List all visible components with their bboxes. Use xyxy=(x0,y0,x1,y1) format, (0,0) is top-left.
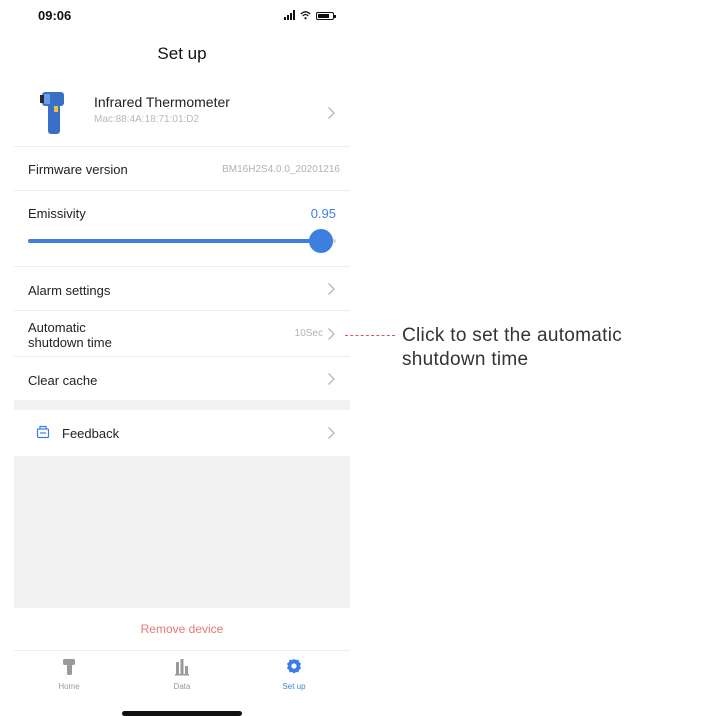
chevron-right-icon xyxy=(327,282,336,296)
chevron-right-icon xyxy=(327,426,336,440)
firmware-label: Firmware version xyxy=(28,162,128,177)
alarm-settings-label: Alarm settings xyxy=(28,283,111,298)
automatic-shutdown-label: Automatic shutdown time xyxy=(28,320,112,350)
thermometer-gun-icon xyxy=(63,659,75,675)
firmware-version-row: Firmware version BM16H2S4.0.0_20201216 xyxy=(14,146,350,191)
automatic-shutdown-value: 10Sec xyxy=(294,328,323,339)
status-time: 09:06 xyxy=(38,8,72,23)
feedback-row[interactable]: Feedback xyxy=(14,410,350,456)
annotation-leader-line xyxy=(345,335,395,336)
chevron-right-icon xyxy=(327,327,336,341)
section-divider xyxy=(14,400,350,410)
annotation-text: Click to set the automatic shutdown time xyxy=(402,325,623,370)
automatic-shutdown-row[interactable]: Automatic shutdown time 10Sec xyxy=(14,310,350,357)
emissivity-slider-fill xyxy=(28,239,321,243)
emissivity-label: Emissivity xyxy=(28,206,86,221)
tab-data-label: Data xyxy=(173,682,191,691)
emissivity-slider-handle[interactable] xyxy=(308,229,333,253)
alarm-settings-row[interactable]: Alarm settings xyxy=(14,266,350,311)
page-title: Set up xyxy=(157,44,207,63)
tab-data[interactable]: Data xyxy=(147,657,217,691)
status-bar: 09:06 xyxy=(14,6,350,26)
chevron-right-icon xyxy=(327,106,336,120)
battery-icon xyxy=(316,12,336,20)
signal-icon xyxy=(284,10,295,20)
bar-chart-icon xyxy=(175,659,189,676)
tab-setup[interactable]: Set up xyxy=(259,657,329,691)
automatic-shutdown-label-line2: shutdown time xyxy=(28,335,112,350)
emissivity-row: Emissivity 0.95 xyxy=(14,190,350,267)
home-indicator xyxy=(122,711,242,716)
device-name: Infrared Thermometer xyxy=(94,94,230,110)
status-icons xyxy=(284,10,336,20)
feedback-icon xyxy=(36,425,50,439)
clear-cache-label: Clear cache xyxy=(28,373,98,388)
device-mac-address: Mac:88:4A:18:71:01:D2 xyxy=(94,114,200,125)
bottom-tab-bar: Home Data Set up xyxy=(14,650,350,701)
automatic-shutdown-label-line1: Automatic xyxy=(28,320,86,335)
gear-icon xyxy=(287,659,301,674)
tab-setup-label: Set up xyxy=(282,682,306,691)
thermometer-gun-icon xyxy=(40,92,64,134)
firmware-value: BM16H2S4.0.0_20201216 xyxy=(222,164,340,175)
empty-content-area xyxy=(14,456,350,608)
device-info-row[interactable]: Infrared Thermometer Mac:88:4A:18:71:01:… xyxy=(14,84,350,146)
wifi-icon xyxy=(300,11,311,20)
tab-home[interactable]: Home xyxy=(34,657,104,691)
clear-cache-row[interactable]: Clear cache xyxy=(14,356,350,401)
chevron-right-icon xyxy=(327,372,336,386)
phone-screen: 09:06 Set up Infrared Thermometer Mac:88… xyxy=(14,0,350,716)
emissivity-slider[interactable] xyxy=(28,229,336,253)
emissivity-value: 0.95 xyxy=(310,206,336,221)
tab-home-label: Home xyxy=(58,682,80,691)
feedback-label: Feedback xyxy=(62,426,120,441)
remove-device-button[interactable]: Remove device xyxy=(14,622,350,636)
